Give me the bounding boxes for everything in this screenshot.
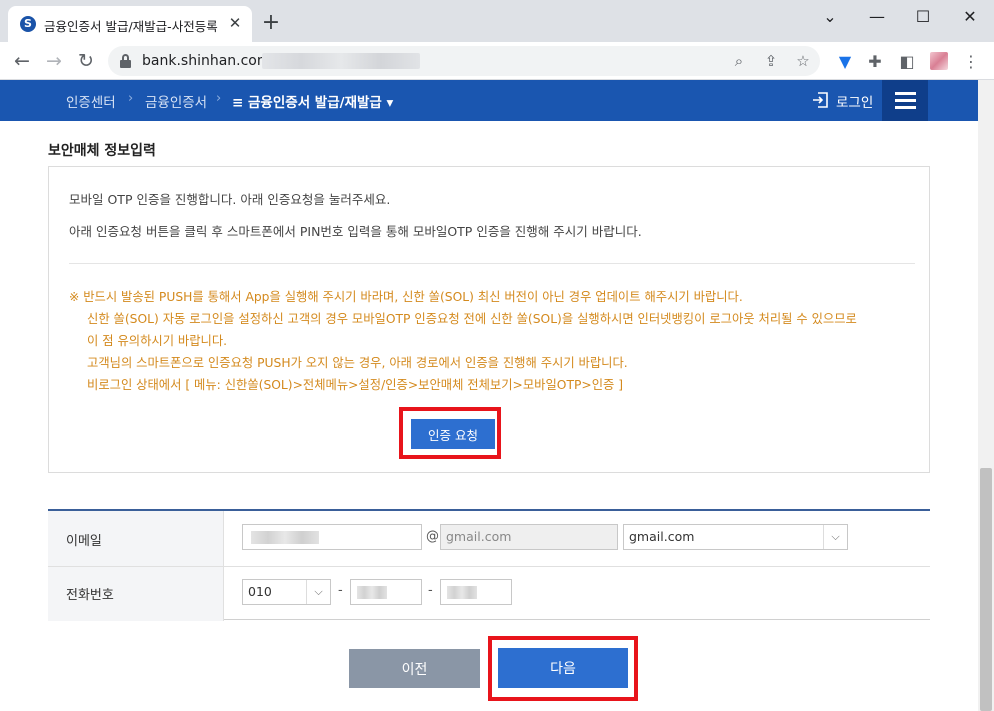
close-window-button[interactable]: ✕: [955, 4, 985, 30]
bookmark-star-icon[interactable]: ☆: [792, 50, 814, 72]
reload-icon[interactable]: ↻: [74, 49, 98, 73]
shinhan-favicon-icon: S: [20, 16, 36, 32]
forward-arrow-icon[interactable]: →: [42, 49, 66, 73]
more-menu-icon[interactable]: ⋮: [960, 51, 982, 73]
tab-search-chevron-icon[interactable]: ⌄: [815, 4, 845, 30]
extension-v-icon[interactable]: ▼: [834, 51, 856, 73]
auth-request-highlight: [399, 407, 501, 459]
email-label-cell: 이메일: [48, 511, 224, 566]
zoom-icon[interactable]: ⌕: [728, 50, 750, 72]
phone-label-cell: 전화번호: [48, 567, 224, 621]
tab-close-icon[interactable]: ✕: [226, 14, 244, 32]
site-header: 인증센터 › 금융인증서 › ≡ 금융인증서 발급/재발급 ▾ 로그인: [0, 80, 978, 121]
phone-prefix-value: 010: [248, 584, 272, 599]
chevron-down-icon: ⌵: [306, 580, 330, 604]
login-icon[interactable]: [812, 91, 830, 109]
profile-avatar[interactable]: [930, 52, 948, 70]
notice-line-3: 이 점 유의하시기 바랍니다.: [87, 334, 228, 348]
minimize-button[interactable]: —: [862, 4, 892, 30]
info-line-2: 아래 인증요청 버튼을 클릭 후 스마트폰에서 PIN번호 입력을 통해 모바일…: [69, 224, 642, 239]
breadcrumb-current-menu[interactable]: ≡ 금융인증서 발급/재발급 ▾: [232, 91, 393, 111]
lock-icon: [120, 54, 131, 68]
scrollbar-thumb[interactable]: [980, 468, 992, 711]
hamburger-menu-icon[interactable]: [882, 80, 928, 121]
url-text: bank.shinhan.com,: [142, 53, 275, 69]
side-panel-icon[interactable]: ◧: [896, 51, 918, 73]
prev-button[interactable]: 이전: [349, 649, 480, 688]
notice-line-5: 비로그인 상태에서 [ 메뉴: 신한쏠(SOL)>전체메뉴>설정/인증>보안매체…: [87, 378, 624, 392]
notice-line-4: 고객님의 스마트폰으로 인증요청 PUSH가 오지 않는 경우, 아래 경로에서…: [87, 356, 628, 370]
phone-label: 전화번호: [66, 588, 114, 603]
address-bar[interactable]: bank.shinhan.com, ⌕ ⇪ ☆: [108, 46, 820, 76]
browser-tab-bar: S 금융인증서 발급/재발급-사전등록 ✕ + ⌄ — ☐ ✕: [0, 0, 994, 42]
phone-last-blurred-value: [447, 586, 477, 599]
phone-middle-blurred-value: [357, 586, 387, 599]
browser-toolbar: ← → ↻ bank.shinhan.com, ⌕ ⇪ ☆ ▼ ✚ ◧ ⋮: [0, 42, 994, 80]
browser-tab[interactable]: S 금융인증서 발급/재발급-사전등록 ✕: [8, 6, 252, 42]
email-label: 이메일: [66, 534, 102, 549]
notice-line-2: 신한 쏠(SOL) 자동 로그인을 설정하신 고객의 경우 모바일OTP 인증요…: [87, 312, 857, 326]
email-domain-select[interactable]: gmail.com ⌵: [623, 524, 848, 550]
section-title: 보안매체 정보입력: [48, 143, 156, 159]
notice-line-1: ※ 반드시 발송된 PUSH를 통해서 App을 실행해 주시기 바라며, 신한…: [69, 290, 743, 304]
share-icon[interactable]: ⇪: [760, 50, 782, 72]
url-blurred-region: [262, 53, 420, 69]
email-at-sign: @: [426, 529, 439, 544]
phone-dash: -: [338, 583, 343, 598]
info-divider: [69, 263, 915, 264]
login-link[interactable]: 로그인: [836, 91, 873, 111]
info-line-1: 모바일 OTP 인증을 진행합니다. 아래 인증요청을 눌러주세요.: [69, 192, 391, 207]
new-tab-button[interactable]: +: [260, 12, 282, 34]
phone-middle-input[interactable]: [350, 579, 422, 605]
maximize-button[interactable]: ☐: [908, 4, 938, 30]
phone-dash: -: [428, 583, 433, 598]
email-domain-input[interactable]: gmail.com: [440, 524, 618, 550]
back-arrow-icon[interactable]: ←: [10, 49, 34, 73]
phone-last-input[interactable]: [440, 579, 512, 605]
breadcrumb-chevron-icon: ›: [216, 91, 222, 106]
email-id-blurred-value: [251, 531, 319, 544]
breadcrumb-chevron-icon: ›: [128, 91, 134, 106]
extensions-puzzle-icon[interactable]: ✚: [864, 51, 886, 73]
phone-prefix-select[interactable]: 010 ⌵: [242, 579, 331, 605]
email-id-input[interactable]: [242, 524, 422, 550]
next-button-highlight: [488, 636, 638, 701]
email-domain-select-value: gmail.com: [629, 529, 695, 544]
breadcrumb-auth-center[interactable]: 인증센터: [66, 91, 116, 111]
chevron-down-icon: ⌵: [823, 525, 847, 549]
tab-title: 금융인증서 발급/재발급-사전등록: [44, 19, 218, 34]
breadcrumb-financial-cert[interactable]: 금융인증서: [145, 91, 207, 111]
